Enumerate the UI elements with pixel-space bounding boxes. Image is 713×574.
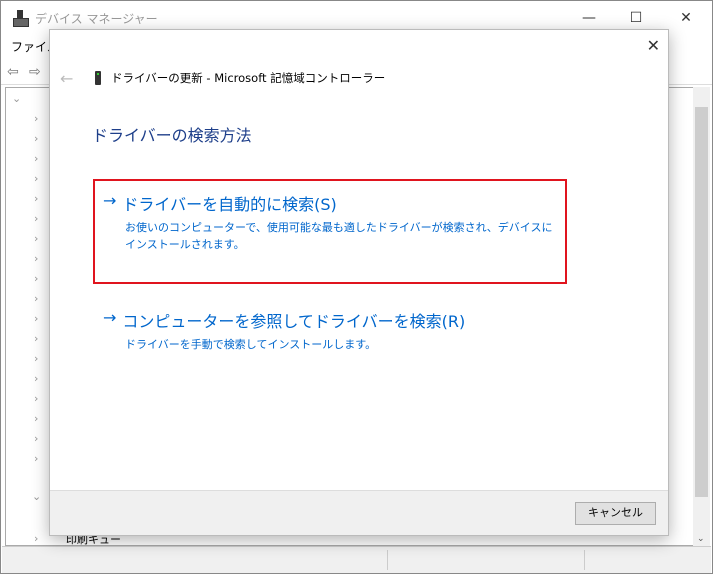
chevron-right-icon[interactable]: › <box>34 312 38 325</box>
chevron-right-icon[interactable]: › <box>34 412 38 425</box>
device-manager-icon <box>13 10 29 27</box>
chevron-right-icon[interactable]: › <box>34 352 38 365</box>
dialog-footer: キャンセル <box>50 490 668 535</box>
chevron-right-icon[interactable]: › <box>34 392 38 405</box>
scrollbar-thumb[interactable] <box>695 107 708 497</box>
browse-computer-option[interactable]: → コンピューターを参照してドライバーを検索(R) ドライバーを手動で検索してイン… <box>93 296 567 355</box>
option-description: ドライバーを手動で検索してインストールします。 <box>125 338 377 351</box>
chevron-down-icon[interactable]: ⌄ <box>12 92 21 105</box>
chevron-down-icon[interactable]: ⌄ <box>32 490 41 503</box>
chevron-right-icon[interactable]: › <box>34 332 38 345</box>
chevron-right-icon[interactable]: › <box>34 372 38 385</box>
chevron-right-icon[interactable]: › <box>34 112 38 125</box>
chevron-right-icon[interactable]: › <box>34 532 38 545</box>
status-bar <box>2 546 711 573</box>
dialog-title: ドライバーの更新 - Microsoft 記憶域コントローラー <box>111 71 386 85</box>
chevron-right-icon[interactable]: › <box>34 292 38 305</box>
chevron-right-icon[interactable]: › <box>34 272 38 285</box>
dialog-close-button[interactable]: ✕ <box>647 36 660 55</box>
chevron-right-icon[interactable]: › <box>34 132 38 145</box>
arrow-right-icon: → <box>103 308 117 327</box>
chevron-right-icon[interactable]: › <box>34 452 38 465</box>
cancel-button[interactable]: キャンセル <box>575 502 656 525</box>
page-heading: ドライバーの検索方法 <box>92 126 252 145</box>
chevron-right-icon[interactable]: › <box>34 172 38 185</box>
back-arrow-icon[interactable]: ← <box>60 69 73 88</box>
storage-device-icon <box>95 71 101 85</box>
scroll-down-icon[interactable]: ⌄ <box>697 534 705 544</box>
search-automatically-option[interactable]: → ドライバーを自動的に検索(S) お使いのコンピューターで、使用可能な最も適した… <box>93 179 567 284</box>
chevron-right-icon[interactable]: › <box>34 232 38 245</box>
vertical-scrollbar[interactable]: ⌄ <box>693 87 710 546</box>
arrow-right-icon: → <box>103 191 117 210</box>
chevron-right-icon[interactable]: › <box>34 432 38 445</box>
chevron-right-icon[interactable]: › <box>34 152 38 165</box>
option-title[interactable]: コンピューターを参照してドライバーを検索(R) <box>122 308 465 332</box>
close-button[interactable]: ✕ <box>663 1 709 35</box>
chevron-right-icon[interactable]: › <box>34 252 38 265</box>
back-arrow-icon[interactable]: ⇦ <box>7 64 19 80</box>
window-title: デバイス マネージャー <box>35 11 158 26</box>
chevron-right-icon[interactable]: › <box>34 212 38 225</box>
option-title[interactable]: ドライバーを自動的に検索(S) <box>122 191 336 215</box>
chevron-right-icon[interactable]: › <box>34 192 38 205</box>
forward-arrow-icon[interactable]: ⇨ <box>29 64 41 80</box>
update-driver-dialog: ✕ ← ドライバーの更新 - Microsoft 記憶域コントローラー ドライバ… <box>49 29 669 536</box>
option-description: お使いのコンピューターで、使用可能な最も適したドライバーが検索され、デバイスにイ… <box>125 221 553 251</box>
